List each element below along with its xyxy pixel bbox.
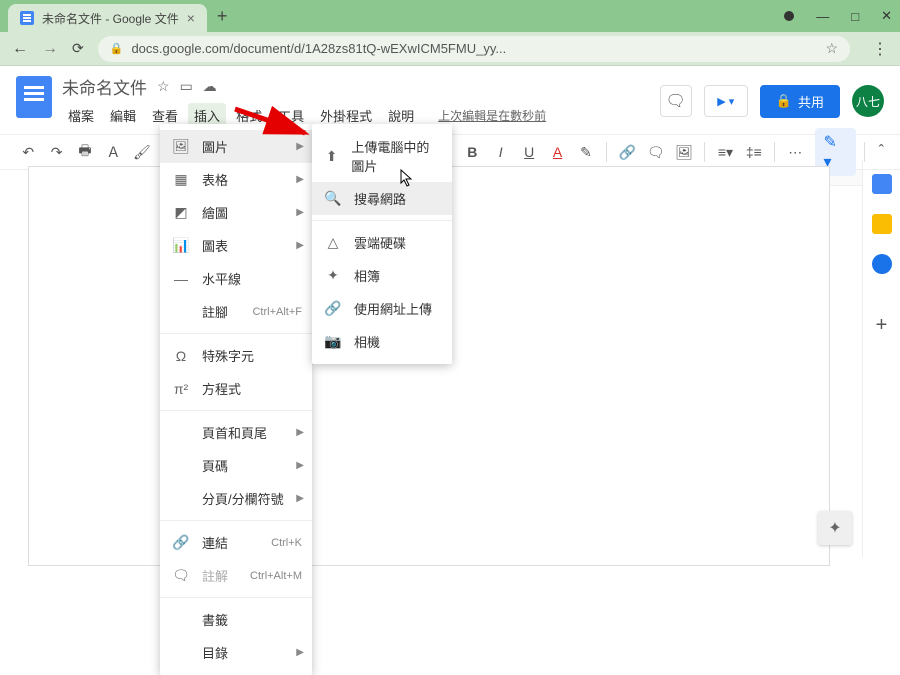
submenu-arrow-icon: ▶	[296, 240, 304, 251]
forward-button: →	[42, 40, 58, 58]
chart-icon: 📊	[172, 237, 190, 254]
drawing-icon: ◩	[172, 204, 190, 221]
insert-footnote-item[interactable]: 註腳 Ctrl+Alt+F	[160, 295, 312, 328]
upload-icon: ⬆	[324, 148, 339, 165]
insert-equation-item[interactable]: π² 方程式	[160, 372, 312, 405]
image-icon: 🖼	[172, 138, 190, 155]
window-controls: — □ ✕	[784, 8, 892, 24]
submenu-arrow-icon: ▶	[296, 427, 304, 438]
upload-from-computer-item[interactable]: ⬆ 上傳電腦中的圖片	[312, 130, 452, 182]
photos-item[interactable]: ✦ 相簿	[312, 259, 452, 292]
star-icon[interactable]: ☆	[157, 78, 170, 95]
calendar-icon[interactable]	[872, 174, 892, 194]
present-button[interactable]: ▶ ▾	[704, 85, 748, 117]
submenu-arrow-icon: ▶	[296, 207, 304, 218]
comment-icon: 🗨	[172, 567, 190, 584]
insert-pagenum-item[interactable]: 頁碼 ▶	[160, 449, 312, 482]
lock-icon: 🔒	[776, 93, 792, 109]
link-icon: 🔗	[172, 534, 190, 551]
submenu-arrow-icon: ▶	[296, 460, 304, 471]
url-box[interactable]: 🔒 docs.google.com/document/d/1A28zs81tQ-…	[98, 36, 850, 62]
window-account-icon[interactable]	[784, 11, 794, 21]
lock-icon: 🔒	[110, 42, 124, 55]
close-window-button[interactable]: ✕	[881, 8, 892, 24]
insert-drawing-item[interactable]: ◩ 繪圖 ▶	[160, 196, 312, 229]
hide-menus-button[interactable]: ˆ	[879, 143, 884, 161]
table-icon: ▦	[172, 171, 190, 188]
submenu-arrow-icon: ▶	[296, 647, 304, 658]
search-icon: 🔍	[324, 190, 342, 207]
insert-link-item[interactable]: 🔗 連結 Ctrl+K	[160, 526, 312, 559]
insert-chart-item[interactable]: 📊 圖表 ▶	[160, 229, 312, 262]
add-addon-button[interactable]: +	[876, 314, 888, 337]
browser-tab[interactable]: 未命名文件 - Google 文件 ×	[8, 4, 207, 32]
document-title[interactable]: 未命名文件	[62, 74, 147, 99]
keep-icon[interactable]	[872, 214, 892, 234]
account-avatar[interactable]: 八七	[852, 85, 884, 117]
image-submenu: ⬆ 上傳電腦中的圖片 🔍 搜尋網路 △ 雲端硬碟 ✦ 相簿 🔗 使用網址上傳 📷…	[312, 124, 452, 364]
maximize-button[interactable]: □	[851, 9, 859, 24]
insert-table-item[interactable]: ▦ 表格 ▶	[160, 163, 312, 196]
link-icon: 🔗	[324, 300, 342, 317]
camera-item[interactable]: 📷 相機	[312, 325, 452, 358]
bookmark-star-icon[interactable]: ☆	[825, 40, 838, 57]
reload-button[interactable]: ⟳	[72, 40, 84, 57]
comments-button[interactable]: 🗨	[660, 85, 692, 117]
new-tab-button[interactable]: +	[217, 6, 228, 27]
tab-title: 未命名文件 - Google 文件	[42, 10, 179, 27]
close-tab-icon[interactable]: ×	[187, 10, 195, 26]
insert-headers-item[interactable]: 頁首和頁尾 ▶	[160, 416, 312, 449]
cloud-status-icon[interactable]: ☁	[203, 78, 217, 95]
hr-icon: —	[172, 271, 190, 287]
drive-item[interactable]: △ 雲端硬碟	[312, 226, 452, 259]
move-icon[interactable]: ▭	[180, 78, 193, 95]
insert-special-item[interactable]: Ω 特殊字元	[160, 339, 312, 372]
search-web-item[interactable]: 🔍 搜尋網路	[312, 182, 452, 215]
insert-comment-item: 🗨 註解 Ctrl+Alt+M	[160, 559, 312, 592]
url-text: docs.google.com/document/d/1A28zs81tQ-wE…	[131, 41, 506, 56]
camera-icon: 📷	[324, 333, 342, 350]
submenu-arrow-icon: ▶	[296, 141, 304, 152]
explore-button[interactable]: ✦	[818, 511, 852, 545]
minimize-button[interactable]: —	[816, 9, 829, 24]
equation-icon: π²	[172, 381, 190, 397]
submenu-arrow-icon: ▶	[296, 493, 304, 504]
docs-header: 未命名文件 ☆ ▭ ☁ 檔案 編輯 查看 插入 格式 工具 外掛程式 說明 上次…	[0, 66, 900, 128]
menu-file[interactable]: 檔案	[62, 103, 100, 128]
docs-logo-icon[interactable]	[16, 76, 52, 118]
special-char-icon: Ω	[172, 348, 190, 364]
back-button[interactable]: ←	[12, 40, 28, 58]
insert-menu: 🖼 圖片 ▶ ▦ 表格 ▶ ◩ 繪圖 ▶ 📊 圖表 ▶ — 水平線 註腳 Ctr…	[160, 124, 312, 675]
docs-favicon	[20, 11, 34, 25]
photos-icon: ✦	[324, 267, 342, 284]
insert-toc-item[interactable]: 目錄 ▶	[160, 636, 312, 669]
submenu-arrow-icon: ▶	[296, 174, 304, 185]
address-bar: ← → ⟳ 🔒 docs.google.com/document/d/1A28z…	[0, 32, 900, 66]
tasks-icon[interactable]	[872, 254, 892, 274]
browser-titlebar: 未命名文件 - Google 文件 × + — □ ✕	[0, 0, 900, 32]
share-label: 共用	[798, 92, 824, 111]
insert-image-item[interactable]: 🖼 圖片 ▶	[160, 130, 312, 163]
side-panel: +	[862, 160, 900, 557]
browser-menu-button[interactable]: ⋮	[872, 39, 888, 59]
insert-break-item[interactable]: 分頁/分欄符號 ▶	[160, 482, 312, 515]
drive-icon: △	[324, 234, 342, 251]
by-url-item[interactable]: 🔗 使用網址上傳	[312, 292, 452, 325]
insert-bookmark-item[interactable]: 書籤	[160, 603, 312, 636]
share-button[interactable]: 🔒 共用	[760, 85, 840, 118]
menu-edit[interactable]: 編輯	[104, 103, 142, 128]
insert-hr-item[interactable]: — 水平線	[160, 262, 312, 295]
